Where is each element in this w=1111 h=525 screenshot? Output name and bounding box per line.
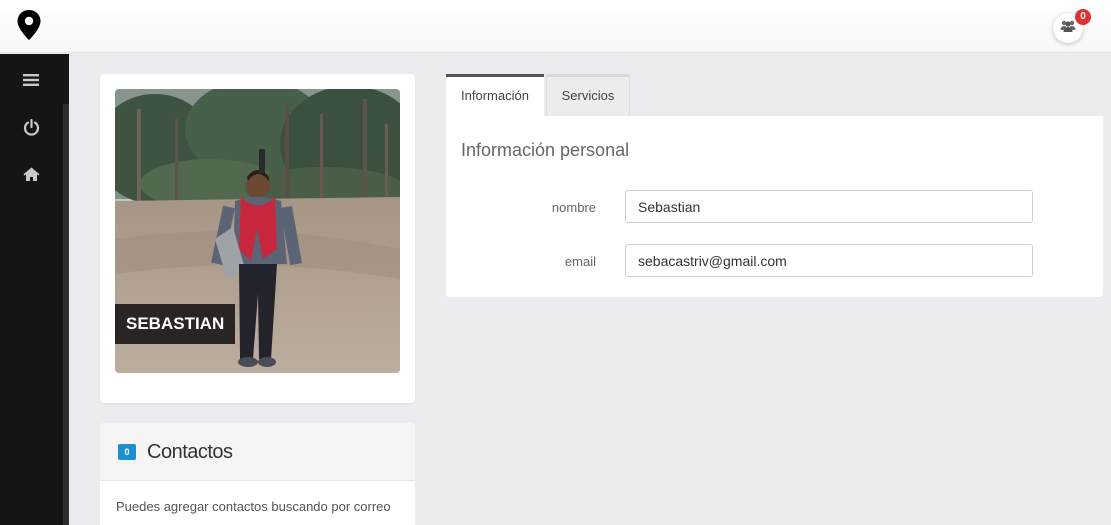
tab-servicios[interactable]: Servicios bbox=[546, 74, 630, 117]
users-icon bbox=[1060, 19, 1076, 37]
top-bar: 0 bbox=[0, 0, 1111, 53]
sidebar bbox=[0, 54, 69, 525]
profile-card: SEBASTIAN bbox=[100, 74, 415, 403]
sidebar-scrollbar[interactable] bbox=[63, 104, 69, 525]
personal-info-panel: Información personal nombre email bbox=[446, 116, 1103, 297]
power-icon[interactable] bbox=[21, 117, 41, 137]
name-label: nombre bbox=[551, 200, 596, 215]
notification-badge: 0 bbox=[1075, 9, 1091, 25]
home-icon[interactable] bbox=[21, 164, 41, 184]
contacts-count-badge: 0 bbox=[118, 444, 136, 460]
email-label: email bbox=[564, 254, 596, 269]
menu-icon[interactable] bbox=[21, 70, 41, 90]
contacts-description: Puedes agregar contactos buscando por co… bbox=[116, 499, 391, 514]
contacts-title: Contactos bbox=[147, 441, 233, 463]
profile-name-tag: SEBASTIAN bbox=[115, 304, 236, 344]
contacts-card: 0 Contactos Puedes agregar contactos bus… bbox=[100, 423, 415, 525]
contacts-header: 0 Contactos bbox=[100, 423, 415, 481]
name-field[interactable] bbox=[625, 190, 1033, 223]
tab-informacion[interactable]: Información bbox=[446, 74, 544, 117]
map-marker-icon[interactable] bbox=[17, 10, 41, 40]
email-field[interactable] bbox=[625, 244, 1033, 277]
section-title: Información personal bbox=[461, 140, 630, 160]
